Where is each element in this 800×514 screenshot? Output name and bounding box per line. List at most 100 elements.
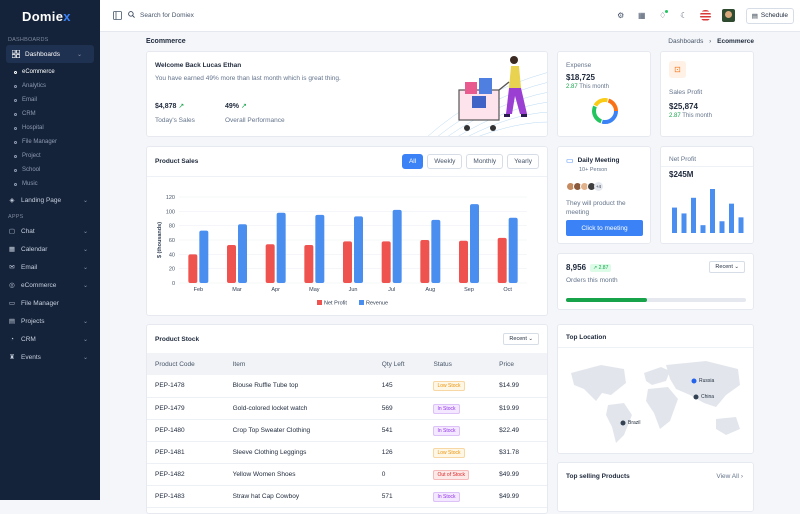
apps-list: ▢ Chat ⌄ ▦ Calendar ⌄ ✉ Email ⌄ ◎ eCommerce ⌄ ▭ File … bbox=[0, 222, 100, 366]
marker-label-china: China bbox=[701, 394, 715, 400]
bell-icon[interactable]: ♢ bbox=[658, 9, 668, 21]
cell-qty: 569 bbox=[381, 397, 434, 420]
bullet-icon bbox=[14, 140, 17, 144]
search-icon bbox=[128, 11, 135, 20]
bar-net-profit-aug[interactable] bbox=[420, 240, 430, 283]
top-selling-title: Top selling Products bbox=[566, 473, 630, 480]
sidebar-item-crm[interactable]: ◔ CRM ⌄ bbox=[0, 330, 100, 348]
cell-code: PEP-1482 bbox=[147, 463, 233, 486]
sidebar-subitem-project[interactable]: Project bbox=[0, 149, 100, 163]
sidebar-item-label: Calendar bbox=[21, 245, 48, 253]
cell-price: $19.99 bbox=[499, 397, 547, 420]
world-map bbox=[571, 361, 740, 443]
sales-profit-value: $25,874 bbox=[669, 102, 698, 111]
welcome-subtitle: You have earned 49% more than last month… bbox=[155, 75, 341, 82]
view-all-link[interactable]: View All › bbox=[716, 473, 743, 480]
bar-net-profit-feb[interactable] bbox=[188, 254, 198, 283]
chevron-down-icon: ⌄ bbox=[82, 336, 88, 343]
breadcrumb-parent[interactable]: Dashboards bbox=[668, 38, 703, 45]
table-row[interactable]: PEP-1483 Straw hat Cap Cowboy 571 In Stock $… bbox=[147, 485, 547, 508]
search-input[interactable]: Search for Domiex bbox=[140, 12, 194, 19]
bar-revenue-sep[interactable] bbox=[470, 204, 479, 283]
x-tick-label: Sep bbox=[464, 287, 474, 293]
sidebar-item-file-manager[interactable]: ▭ File Manager bbox=[0, 294, 100, 312]
net-profit-bar bbox=[700, 225, 706, 233]
moon-icon[interactable]: ☾ bbox=[679, 11, 689, 21]
bar-net-profit-oct[interactable] bbox=[497, 237, 507, 283]
breadcrumb: Dashboards › Ecommerce bbox=[668, 38, 754, 45]
x-tick-label: Apr bbox=[271, 287, 280, 293]
y-tick-label: 100 bbox=[166, 209, 175, 215]
bar-revenue-aug[interactable] bbox=[431, 219, 441, 283]
bar-net-profit-sep[interactable] bbox=[459, 240, 468, 283]
chevron-down-icon: ⌄ bbox=[82, 197, 88, 204]
table-row[interactable]: PEP-1478 Blouse Ruffle Tube top 145 Low Sto… bbox=[147, 375, 547, 398]
sidebar-subitem-hospital[interactable]: Hospital bbox=[0, 121, 100, 135]
bullet-icon bbox=[14, 70, 17, 74]
sidebar-item-landing[interactable]: ◈ Landing Page ⌄ bbox=[0, 191, 100, 209]
expense-donut bbox=[592, 98, 618, 124]
chevron-down-icon: ⌄ bbox=[82, 264, 88, 271]
schedule-button[interactable]: ▤ Schedule bbox=[745, 7, 794, 24]
search-bar[interactable]: Search for Domiex bbox=[128, 11, 194, 20]
flag-icon[interactable] bbox=[699, 10, 711, 21]
crm-icon: ◔ bbox=[10, 335, 14, 343]
bar-revenue-jun[interactable] bbox=[354, 216, 363, 283]
bar-net-profit-jun[interactable] bbox=[343, 241, 352, 283]
apps-grid-icon[interactable]: ▦ bbox=[637, 11, 647, 21]
table-row[interactable]: PEP-1479 Gold-colored locket watch 569 In S… bbox=[147, 397, 547, 420]
bar-revenue-may[interactable] bbox=[315, 214, 325, 283]
sidebar-item-ecommerce[interactable]: ◎ eCommerce ⌄ bbox=[0, 276, 100, 294]
tab-monthly[interactable]: Monthly bbox=[466, 154, 504, 169]
mail-icon: ✉ bbox=[9, 264, 15, 271]
orders-dropdown[interactable]: Recent ⌄ bbox=[709, 261, 745, 273]
bar-revenue-feb[interactable] bbox=[199, 230, 209, 283]
tab-weekly[interactable]: Weekly bbox=[427, 154, 463, 169]
tab-yearly[interactable]: Yearly bbox=[507, 154, 539, 169]
meeting-avatars: +4 bbox=[566, 182, 603, 191]
avatar[interactable] bbox=[721, 9, 735, 22]
stock-dropdown[interactable]: Recent ⌄ bbox=[503, 333, 539, 345]
sidebar-item-calendar[interactable]: ▦ Calendar ⌄ bbox=[0, 240, 100, 258]
sidebar-item-projects[interactable]: ▤ Projects ⌄ bbox=[0, 312, 100, 330]
sidebar-item-label: eCommerce bbox=[21, 281, 57, 289]
net-profit-bar bbox=[681, 213, 687, 233]
net-profit-value: $245M bbox=[669, 170, 694, 179]
sidebar-subitem-music[interactable]: Music bbox=[0, 177, 100, 191]
legend-swatch bbox=[359, 300, 364, 305]
sidebar-subitem-school[interactable]: School bbox=[0, 163, 100, 177]
projects-icon: ▤ bbox=[8, 318, 16, 325]
sidebar-item-dashboards[interactable]: Dashboards ⌄ bbox=[6, 45, 94, 63]
marker-label-russia: Russia bbox=[699, 378, 715, 384]
sidebar-subitem-crm[interactable]: CRM bbox=[0, 107, 100, 121]
bar-net-profit-apr[interactable] bbox=[265, 244, 275, 283]
sales-value: $4,878 bbox=[155, 103, 177, 110]
sidebar-item-chat[interactable]: ▢ Chat ⌄ bbox=[0, 222, 100, 240]
bar-net-profit-mar[interactable] bbox=[227, 245, 236, 283]
sidebar-subitem-file-manager[interactable]: File Manager bbox=[0, 135, 100, 149]
brand-logo[interactable]: Domie x bbox=[0, 0, 100, 32]
bar-revenue-oct[interactable] bbox=[508, 217, 518, 283]
click-to-meeting-button[interactable]: Click to meeting bbox=[566, 220, 643, 236]
y-tick-label: 60 bbox=[169, 238, 175, 244]
menu-toggle-icon[interactable] bbox=[113, 11, 122, 22]
settings-icon[interactable]: ⚙ bbox=[616, 11, 626, 21]
bar-net-profit-jul[interactable] bbox=[381, 241, 391, 283]
tab-all[interactable]: All bbox=[401, 154, 424, 169]
bag-icon: ◎ bbox=[9, 282, 15, 289]
sidebar-subitem-analytics[interactable]: Analytics bbox=[0, 79, 100, 93]
sidebar-item-events[interactable]: ♜ Events ⌄ bbox=[0, 348, 100, 366]
table-row[interactable]: PEP-1482 Yellow Women Shoes 0 Out of Stock $… bbox=[147, 463, 547, 486]
sidebar-subitem-email[interactable]: Email bbox=[0, 93, 100, 107]
table-row[interactable]: PEP-1481 Sleeve Clothing Leggings 126 Low S… bbox=[147, 441, 547, 464]
sidebar-item-email[interactable]: ✉ Email ⌄ bbox=[0, 258, 100, 276]
bar-revenue-jul[interactable] bbox=[392, 209, 402, 283]
bar-revenue-mar[interactable] bbox=[238, 224, 247, 283]
sidebar-subitem-ecommerce[interactable]: eCommerce bbox=[0, 65, 100, 79]
bar-net-profit-may[interactable] bbox=[304, 245, 314, 283]
bar-revenue-apr[interactable] bbox=[276, 212, 286, 283]
cell-code: PEP-1479 bbox=[147, 397, 233, 420]
legend-label: Net Profit bbox=[324, 301, 347, 307]
table-row[interactable]: PEP-1480 Crop Top Sweater Clothing 541 In S… bbox=[147, 419, 547, 442]
y-tick-label: 120 bbox=[166, 195, 175, 201]
